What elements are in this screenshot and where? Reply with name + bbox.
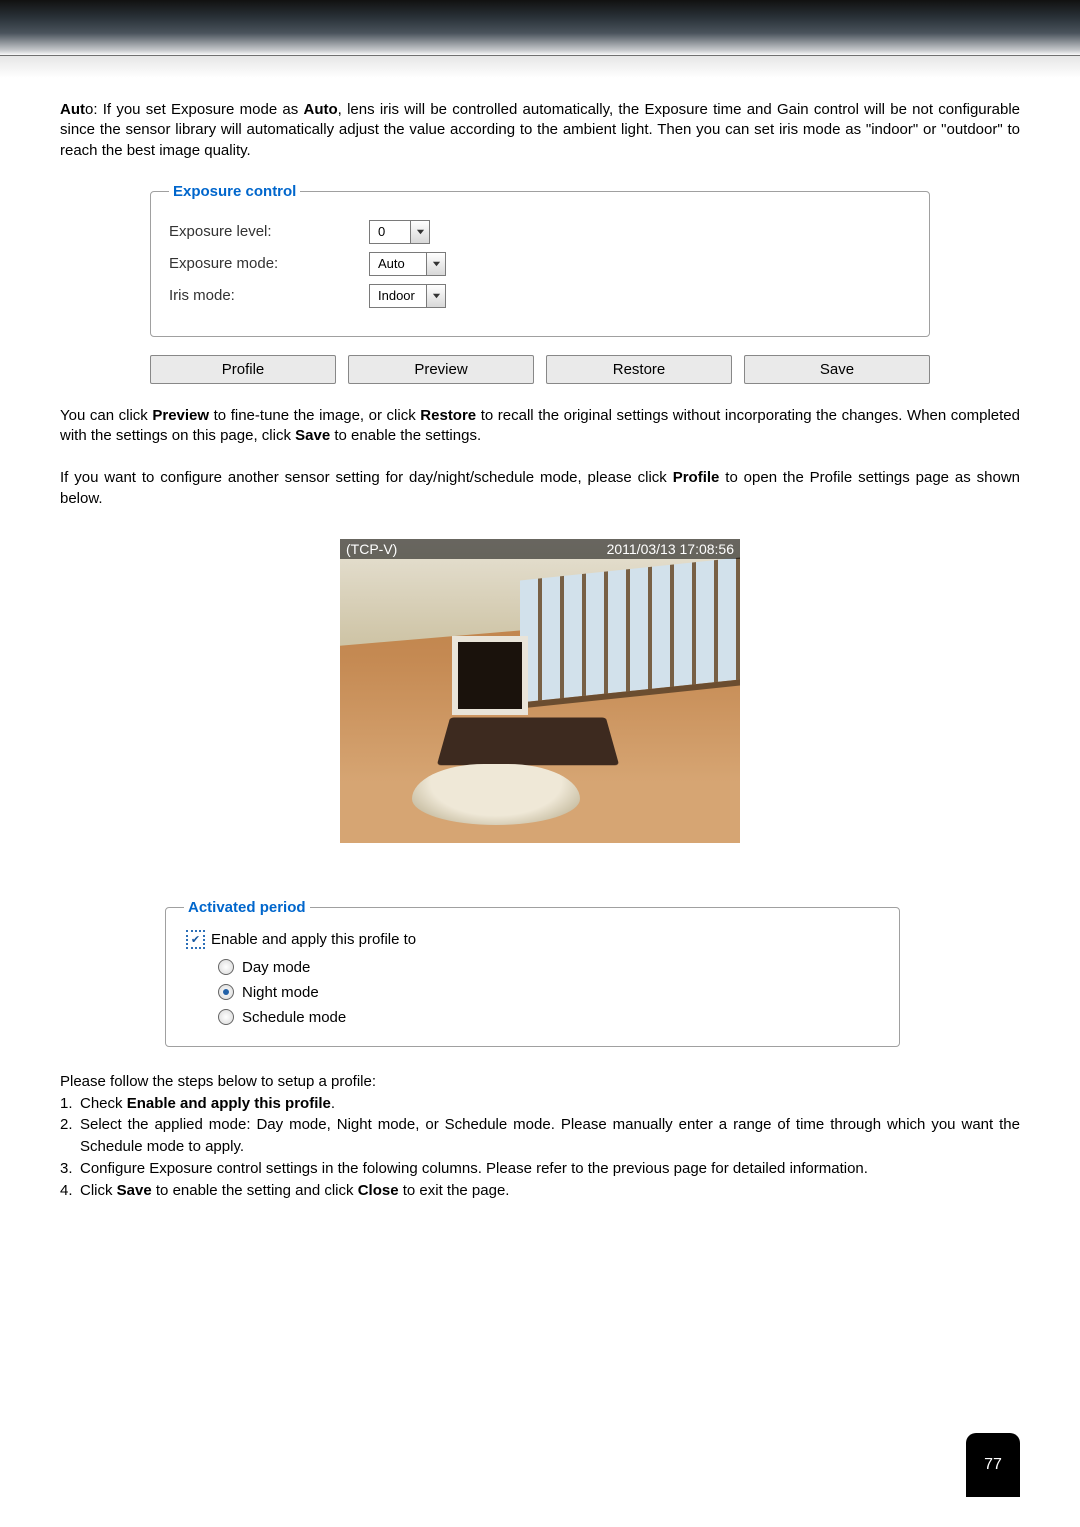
camera-label: (TCP-V) [346, 541, 397, 557]
bold-save: Save [117, 1182, 152, 1199]
chevron-down-icon [410, 221, 429, 243]
exposure-level-row: Exposure level: 0 [169, 220, 911, 244]
schedule-mode-radio[interactable] [218, 1009, 234, 1025]
t: You can click [60, 407, 152, 424]
header-ridge [0, 55, 1080, 78]
iris-mode-label: Iris mode: [169, 287, 369, 304]
para1-rest: o: If you set Exposure mode as [85, 101, 304, 118]
step-3: 3. Configure Exposure control settings i… [60, 1158, 1020, 1180]
page-number-tab: 77 [966, 1433, 1020, 1497]
step-1: 1. Check Enable and apply this profile. [60, 1093, 1020, 1115]
step-text: Click Save to enable the setting and cli… [80, 1180, 1020, 1202]
exposure-level-label: Exposure level: [169, 223, 369, 240]
exposure-level-select[interactable]: 0 [369, 220, 430, 244]
exposure-mode-row: Exposure mode: Auto [169, 252, 911, 276]
bold-aut: Aut [60, 101, 85, 118]
step-text: Check Enable and apply this profile. [80, 1093, 1020, 1115]
exposure-level-value: 0 [370, 221, 410, 243]
chevron-down-icon [426, 285, 445, 307]
profile-button[interactable]: Profile [150, 355, 336, 384]
exposure-fieldset-wrap: Exposure control Exposure level: 0 Expos… [150, 183, 930, 337]
paragraph-profile-hint: If you want to configure another sensor … [60, 468, 1020, 509]
step-num: 2. [60, 1114, 80, 1158]
profile-steps: Please follow the steps below to setup a… [60, 1071, 1020, 1202]
paragraph-auto-explanation: Auto: If you set Exposure mode as Auto, … [60, 100, 1020, 161]
t: to enable the settings. [330, 427, 481, 444]
enable-profile-label: Enable and apply this profile to [211, 931, 416, 948]
activated-period-legend: Activated period [184, 899, 310, 916]
night-mode-radio[interactable] [218, 984, 234, 1000]
t: . [331, 1095, 335, 1112]
enable-profile-row: ✔ Enable and apply this profile to [186, 930, 881, 949]
bold-restore: Restore [420, 407, 476, 424]
t: Click [80, 1182, 117, 1199]
camera-overlay-bar: (TCP-V) 2011/03/13 17:08:56 [340, 539, 740, 559]
page: Auto: If you set Exposure mode as Auto, … [0, 0, 1080, 1527]
button-row: Profile Preview Restore Save [150, 355, 930, 384]
t: to exit the page. [399, 1182, 510, 1199]
page-number: 77 [984, 1456, 1002, 1474]
bold-close: Close [358, 1182, 399, 1199]
bold-auto: Auto [304, 101, 338, 118]
bold-preview: Preview [152, 407, 209, 424]
camera-sofa [412, 764, 580, 825]
night-mode-label: Night mode [242, 984, 319, 1001]
camera-timestamp: 2011/03/13 17:08:56 [607, 541, 734, 557]
chevron-down-icon [426, 253, 445, 275]
enable-profile-checkbox[interactable]: ✔ [186, 930, 205, 949]
header-background [0, 0, 1080, 55]
t: to enable the setting and click [152, 1182, 358, 1199]
step-text: Configure Exposure control settings in t… [80, 1158, 1020, 1180]
save-button[interactable]: Save [744, 355, 930, 384]
activated-period-wrap: Activated period ✔ Enable and apply this… [165, 899, 900, 1047]
schedule-mode-label: Schedule mode [242, 1009, 346, 1026]
camera-rug [437, 717, 619, 765]
steps-intro: Please follow the steps below to setup a… [60, 1071, 1020, 1093]
activated-period-fieldset: Activated period ✔ Enable and apply this… [165, 899, 900, 1047]
paragraph-preview-restore: You can click Preview to fine-tune the i… [60, 406, 1020, 447]
day-mode-label: Day mode [242, 959, 310, 976]
step-4: 4. Click Save to enable the setting and … [60, 1180, 1020, 1202]
exposure-control-fieldset: Exposure control Exposure level: 0 Expos… [150, 183, 930, 337]
t: to fine-tune the image, or click [209, 407, 420, 424]
night-mode-row: Night mode [218, 984, 881, 1001]
iris-mode-row: Iris mode: Indoor [169, 284, 911, 308]
step-2: 2. Select the applied mode: Day mode, Ni… [60, 1114, 1020, 1158]
bold-save: Save [295, 427, 330, 444]
step-num: 1. [60, 1093, 80, 1115]
content-area: Auto: If you set Exposure mode as Auto, … [0, 100, 1080, 1201]
camera-preview: (TCP-V) 2011/03/13 17:08:56 [340, 539, 740, 843]
exposure-mode-label: Exposure mode: [169, 255, 369, 272]
schedule-mode-row: Schedule mode [218, 1009, 881, 1026]
exposure-mode-select[interactable]: Auto [369, 252, 446, 276]
bold-enable-apply: Enable and apply this profile [127, 1095, 331, 1112]
exposure-control-legend: Exposure control [169, 183, 300, 200]
t: If you want to configure another sensor … [60, 469, 673, 486]
day-mode-radio[interactable] [218, 959, 234, 975]
camera-fireplace [452, 636, 528, 715]
day-mode-row: Day mode [218, 959, 881, 976]
iris-mode-value: Indoor [370, 285, 426, 307]
t: Check [80, 1095, 127, 1112]
preview-button[interactable]: Preview [348, 355, 534, 384]
step-num: 4. [60, 1180, 80, 1202]
camera-windows [520, 558, 740, 709]
bold-profile: Profile [673, 469, 720, 486]
step-num: 3. [60, 1158, 80, 1180]
iris-mode-select[interactable]: Indoor [369, 284, 446, 308]
step-text: Select the applied mode: Day mode, Night… [80, 1114, 1020, 1158]
exposure-mode-value: Auto [370, 253, 426, 275]
restore-button[interactable]: Restore [546, 355, 732, 384]
